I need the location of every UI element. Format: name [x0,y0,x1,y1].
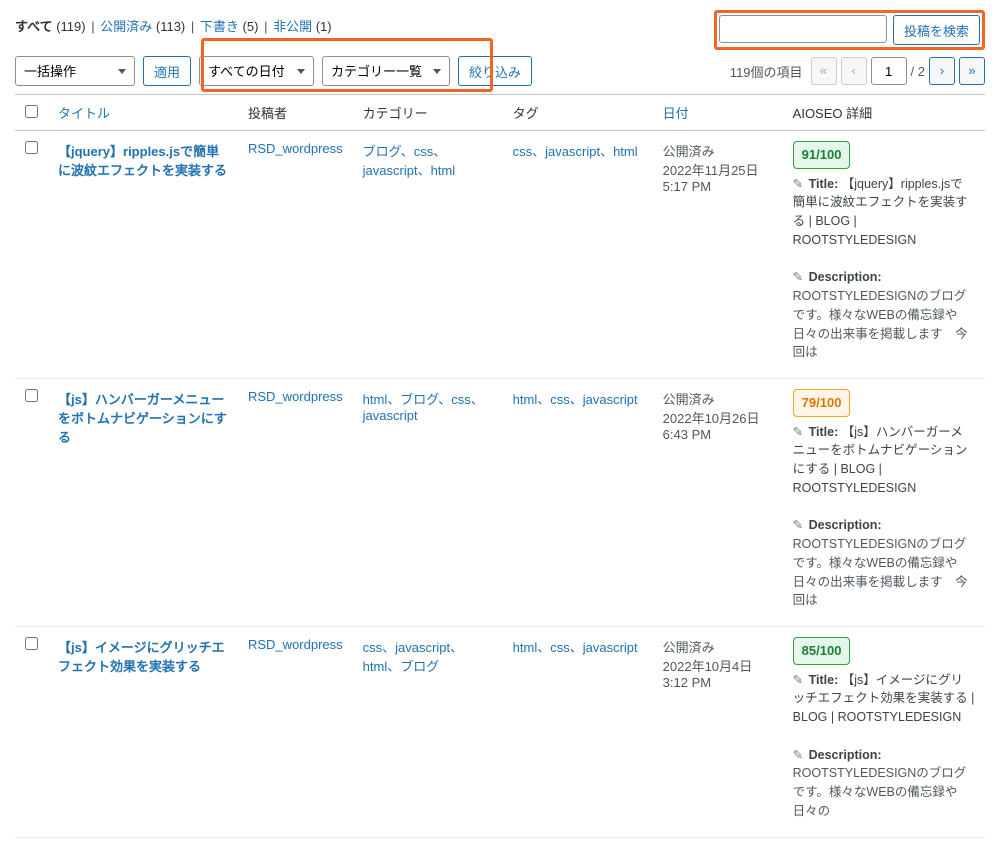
table-row: 【js】イメージにグリッチエフェクト効果を実装する RSD_wordpress cs… [15,627,985,838]
date-cell: 公開済み2022年11月25日 5:17 PM [653,131,783,379]
pencil-icon: ✎ [793,177,803,191]
category-filter-select[interactable]: カテゴリー一覧 [322,56,450,86]
status-links: すべて (119) | 公開済み (113) | 下書き (5) | 非公開 (… [15,10,332,39]
page-input[interactable] [871,57,907,85]
seo-score-badge: 85/100 [793,637,851,665]
date-cell: 公開済み2022年10月4日 3:12 PM [653,627,783,838]
col-author: 投稿者 [248,106,287,121]
pencil-icon: ✎ [793,425,803,439]
row-checkbox[interactable] [25,389,38,402]
date-filter-select[interactable]: すべての日付 [199,56,314,86]
row-checkbox[interactable] [25,637,38,650]
item-count: 119個の項目 [730,62,803,81]
seo-score-badge: 91/100 [793,141,851,169]
post-title-link[interactable]: 【js】ハンバーガーメニューをボトムナビゲーションにする [58,392,227,445]
col-categories: カテゴリー [363,106,428,121]
page-total: / 2 [911,64,925,79]
pencil-icon: ✎ [793,673,803,687]
select-all-checkbox[interactable] [25,105,38,118]
tag-links[interactable]: html、css、javascript [503,379,653,627]
author-link[interactable]: RSD_wordpress [248,389,343,404]
pagination: 119個の項目 « ‹ / 2 › » [730,57,985,85]
table-row: 【js】ハンバーガーメニューをボトムナビゲーションにする RSD_wordpres… [15,379,985,627]
date-cell: 公開済み2022年10月26日 6:43 PM [653,379,783,627]
post-title-link[interactable]: 【js】イメージにグリッチエフェクト効果を実装する [58,640,225,674]
aioseo-cell: 85/100✎ Title: 【js】イメージにグリッチエフェクト効果を実装する… [783,627,985,838]
col-date[interactable]: 日付 [663,106,689,121]
category-links[interactable]: html、ブログ、css、javascript [353,379,503,627]
search-button[interactable]: 投稿を検索 [893,15,980,45]
filter-bar: 一括操作 適用 すべての日付 カテゴリー一覧 絞り込み 119個の項目 « ‹ … [15,50,985,94]
table-row: 【jquery】ripples.jsで簡単に波紋エフェクトを実装する RSD_wo… [15,131,985,379]
author-link[interactable]: RSD_wordpress [248,637,343,652]
tag-links[interactable]: css、javascript、html [503,131,653,379]
category-links[interactable]: css、javascript、html、ブログ [353,627,503,838]
status-draft[interactable]: 下書き [200,19,239,34]
status-all[interactable]: すべて [15,19,53,34]
page-prev[interactable]: ‹ [841,57,867,85]
aioseo-cell: 91/100✎ Title: 【jquery】ripples.jsで簡単に波紋エ… [783,131,985,379]
posts-table: タイトル 投稿者 カテゴリー タグ 日付 AIOSEO 詳細 【jquery】r… [15,94,985,838]
search-input[interactable] [719,15,887,43]
seo-score-badge: 79/100 [793,389,851,417]
col-aioseo: AIOSEO 詳細 [793,106,872,121]
status-published[interactable]: 公開済み [100,19,152,34]
col-tags: タグ [513,106,539,121]
apply-button[interactable]: 適用 [143,56,191,86]
page-next[interactable]: › [929,57,955,85]
page-first[interactable]: « [811,57,837,85]
pencil-icon: ✎ [793,270,803,284]
page-last[interactable]: » [959,57,985,85]
row-checkbox[interactable] [25,141,38,154]
post-title-link[interactable]: 【jquery】ripples.jsで簡単に波紋エフェクトを実装する [58,144,227,178]
pencil-icon: ✎ [793,748,803,762]
status-private[interactable]: 非公開 [273,19,312,34]
col-title[interactable]: タイトル [58,106,110,121]
filter-button[interactable]: 絞り込み [458,56,532,86]
category-links[interactable]: ブログ、css、javascript、html [353,131,503,379]
aioseo-cell: 79/100✎ Title: 【js】ハンバーガーメニューをボトムナビゲーション… [783,379,985,627]
pencil-icon: ✎ [793,518,803,532]
author-link[interactable]: RSD_wordpress [248,141,343,156]
bulk-action-select[interactable]: 一括操作 [15,56,135,86]
tag-links[interactable]: html、css、javascript [503,627,653,838]
search-box-highlight: 投稿を検索 [714,10,985,50]
